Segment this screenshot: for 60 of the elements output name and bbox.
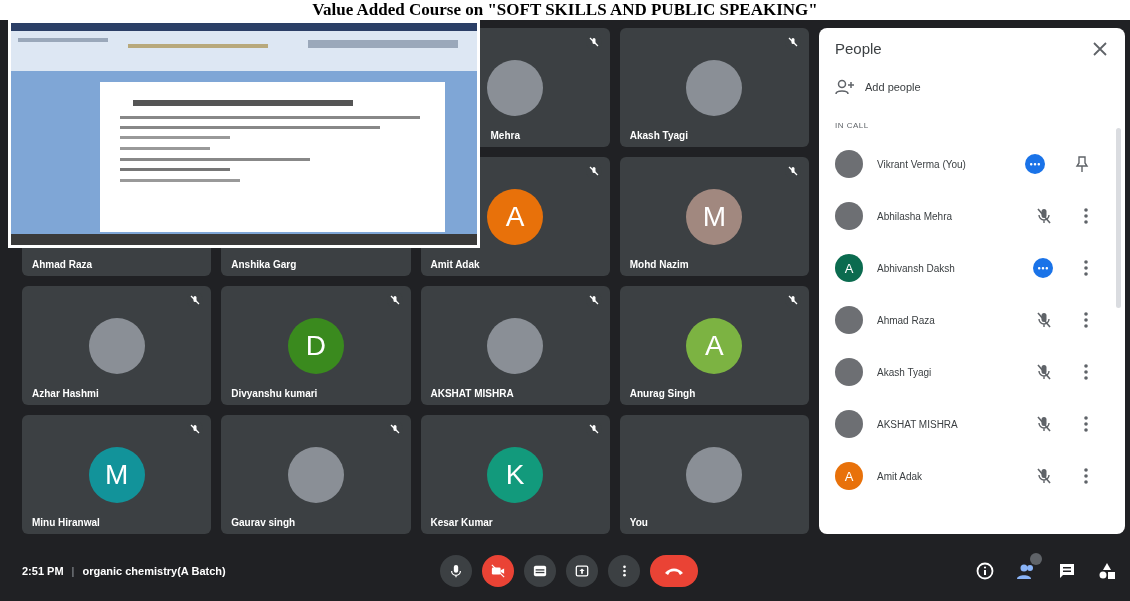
avatar-initial: A (686, 317, 743, 374)
more-options-icon[interactable] (1083, 363, 1089, 381)
participant-name: Gaurav singh (231, 517, 296, 528)
participant-name: Abhilasha Mehra (877, 210, 954, 222)
participant-name: Abhivansh Daksh (877, 262, 956, 274)
more-options-icon[interactable] (1083, 415, 1089, 433)
participant-name: Anshika Garg (231, 259, 297, 270)
separator: | (71, 564, 75, 577)
participant-name: Kesar Kumar (430, 517, 493, 528)
participant-name: Amit Adak (430, 259, 480, 270)
participant-name: Mohd Nazim (629, 259, 689, 270)
avatar-initial: M (686, 188, 743, 245)
avatar-initial: A (835, 462, 863, 490)
leave-call-button[interactable] (650, 554, 698, 587)
scrollbar[interactable] (1116, 128, 1121, 308)
participant-name: Akash Tyagi (877, 366, 933, 378)
more-options-icon[interactable] (1083, 207, 1089, 225)
participant-name: Anurag Singh (629, 388, 696, 399)
participant-name: AKSHAT MISHRA (877, 418, 959, 430)
participant-name: Azhar Hashmi (32, 388, 99, 399)
panel-title: People (835, 40, 882, 57)
pin-icon[interactable] (1075, 155, 1089, 173)
chat-icon[interactable] (1058, 561, 1076, 580)
more-options-icon[interactable] (1083, 467, 1089, 485)
microphone-button[interactable] (440, 554, 472, 587)
participant-name: Vikrant Verma (You) (877, 158, 967, 170)
avatar-initial: K (487, 446, 544, 503)
info-icon[interactable] (976, 561, 994, 580)
more-options-icon[interactable] (1083, 311, 1089, 329)
captions-icon (533, 563, 547, 578)
participant-name: Ahmad Raza (877, 314, 936, 326)
avatar-initial: M (88, 446, 145, 503)
microphone-icon (449, 563, 463, 578)
participant-name: You (629, 517, 648, 528)
participant-name: Akash Tyagi (629, 130, 688, 141)
avatar-initial: A (835, 254, 863, 282)
camera-button[interactable] (482, 554, 514, 587)
more-options-icon[interactable] (1083, 259, 1089, 277)
participant-name: Mehra (490, 130, 520, 141)
participant-name: Amit Adak (877, 470, 924, 482)
meeting-title: organic chemistry(A Batch) (82, 564, 226, 577)
add-person-icon[interactable] (835, 79, 855, 95)
participant-name: Minu Hiranwal (32, 517, 100, 528)
close-icon[interactable] (1093, 41, 1107, 56)
present-screen-button[interactable] (566, 554, 598, 587)
meeting-time: 2:51 PM (22, 564, 64, 577)
avatar-initial: A (487, 188, 544, 245)
more-options-button[interactable] (608, 554, 640, 587)
section-label: IN CALL (835, 121, 870, 130)
participant-name: AKSHAT MISHRA (430, 388, 514, 399)
avatar-initial: D (287, 317, 344, 374)
add-people-link[interactable]: Add people (865, 81, 921, 93)
banner-title: Value Added Course on "SOFT SKILLS AND PUBLIC SPEAKING" (312, 0, 818, 20)
more-options-icon (621, 563, 627, 578)
present-screen-icon (575, 563, 589, 578)
camera-off-icon (491, 563, 505, 578)
captions-button[interactable] (524, 554, 556, 587)
participant-name: Divyanshu kumari (231, 388, 318, 399)
participant-name: Ahmad Raza (32, 259, 92, 270)
activities-icon[interactable] (1098, 561, 1116, 580)
